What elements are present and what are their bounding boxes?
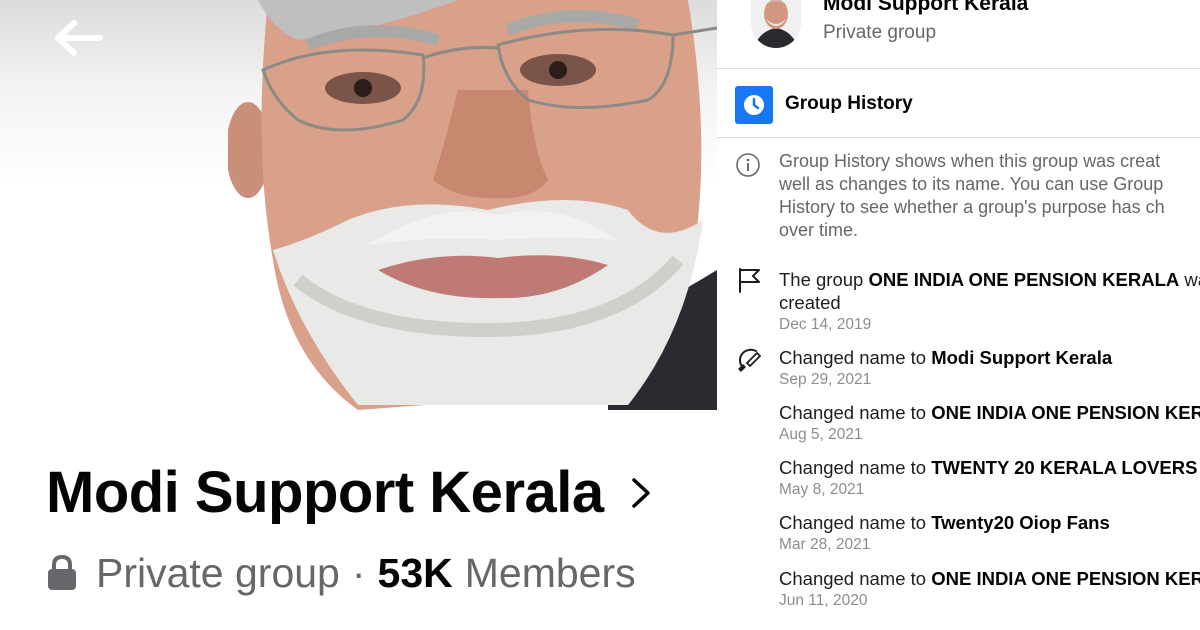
group-cover-panel: Modi Support Kerala Private group · 53K … — [0, 0, 717, 630]
event-date: Sep 29, 2021 — [779, 371, 872, 388]
event-text: Changed name to Modi Support Kerala — [779, 347, 1113, 368]
history-description: Group History shows when this group was … — [779, 150, 1200, 242]
panel-header: Modi Support Kerala Private group — [717, 0, 1200, 69]
history-event: Changed name to ONE INDIA ONE PENSION KE… — [779, 567, 1200, 611]
description-line: over time. — [779, 220, 859, 240]
info-icon — [736, 153, 760, 177]
event-group-name: Modi Support Kerala — [931, 347, 1113, 368]
avatar-photo — [751, 0, 801, 48]
flag-icon — [739, 268, 760, 293]
rename-icon — [738, 348, 762, 372]
event-group-name: ONE INDIA ONE PENSION KERALA — [868, 269, 1180, 290]
event-text: Changed name to ONE INDIA ONE PENSION KE… — [779, 401, 1200, 424]
back-button[interactable] — [52, 16, 112, 60]
members-count[interactable]: 53K — [378, 548, 453, 598]
cover-area — [0, 0, 717, 410]
group-history-header: Group History — [717, 69, 1200, 138]
arrow-left-icon — [55, 20, 103, 56]
group-name: Modi Support Kerala — [46, 460, 604, 525]
history-event: Changed name to Modi Support Kerala Sep … — [779, 346, 1200, 390]
chevron-right-icon[interactable] — [630, 476, 652, 510]
history-event: Changed name to TWENTY 20 KERALA LOVERS … — [779, 456, 1200, 500]
group-history-panel: Modi Support Kerala Private group Group … — [717, 0, 1200, 630]
section-title: Group History — [785, 93, 913, 114]
event-date: May 8, 2021 — [779, 481, 865, 498]
clock-icon — [735, 86, 773, 124]
event-text: Changed name to Twenty20 Oiop Fans — [779, 512, 1110, 533]
group-meta: Private group · 53K Members — [46, 548, 636, 598]
description-line: History to see whether a group's purpose… — [779, 197, 1165, 217]
event-date: Dec 14, 2019 — [779, 316, 872, 333]
event-group-name: ONE INDIA ONE PENSION KER — [931, 402, 1200, 423]
event-group-name: ONE INDIA ONE PENSION KER — [931, 568, 1200, 589]
event-text-line2: created — [779, 292, 841, 313]
history-event: The group ONE INDIA ONE PENSION KERALA w… — [779, 268, 1200, 335]
group-avatar[interactable] — [751, 0, 801, 48]
description-line: Group History shows when this group was … — [779, 151, 1161, 171]
event-group-name: Twenty20 Oiop Fans — [931, 512, 1110, 533]
privacy-label: Private group — [96, 550, 340, 596]
history-event: Changed name to Twenty20 Oiop Fans Mar 2… — [779, 511, 1200, 555]
event-text: The group ONE INDIA ONE PENSION KERALA w… — [779, 269, 1200, 290]
panel-group-name[interactable]: Modi Support Kerala — [823, 0, 1028, 16]
history-event: Changed name to ONE INDIA ONE PENSION KE… — [779, 401, 1200, 445]
group-title-row[interactable]: Modi Support Kerala — [46, 458, 652, 528]
event-text: Changed name to TWENTY 20 KERALA LOVERS — [779, 457, 1198, 478]
lock-icon — [48, 554, 76, 590]
cover-photo — [228, 0, 717, 410]
meta-separator: · — [351, 550, 366, 596]
event-text: Changed name to ONE INDIA ONE PENSION KE… — [779, 567, 1200, 590]
event-group-name: TWENTY 20 KERALA LOVERS — [931, 457, 1198, 478]
panel-privacy: Private group — [823, 22, 937, 43]
event-date: Aug 5, 2021 — [779, 426, 863, 443]
event-date: Jun 11, 2020 — [779, 592, 868, 609]
event-date: Mar 28, 2021 — [779, 536, 871, 553]
description-line: well as changes to its name. You can use… — [779, 174, 1164, 194]
members-label[interactable]: Members — [465, 548, 636, 598]
